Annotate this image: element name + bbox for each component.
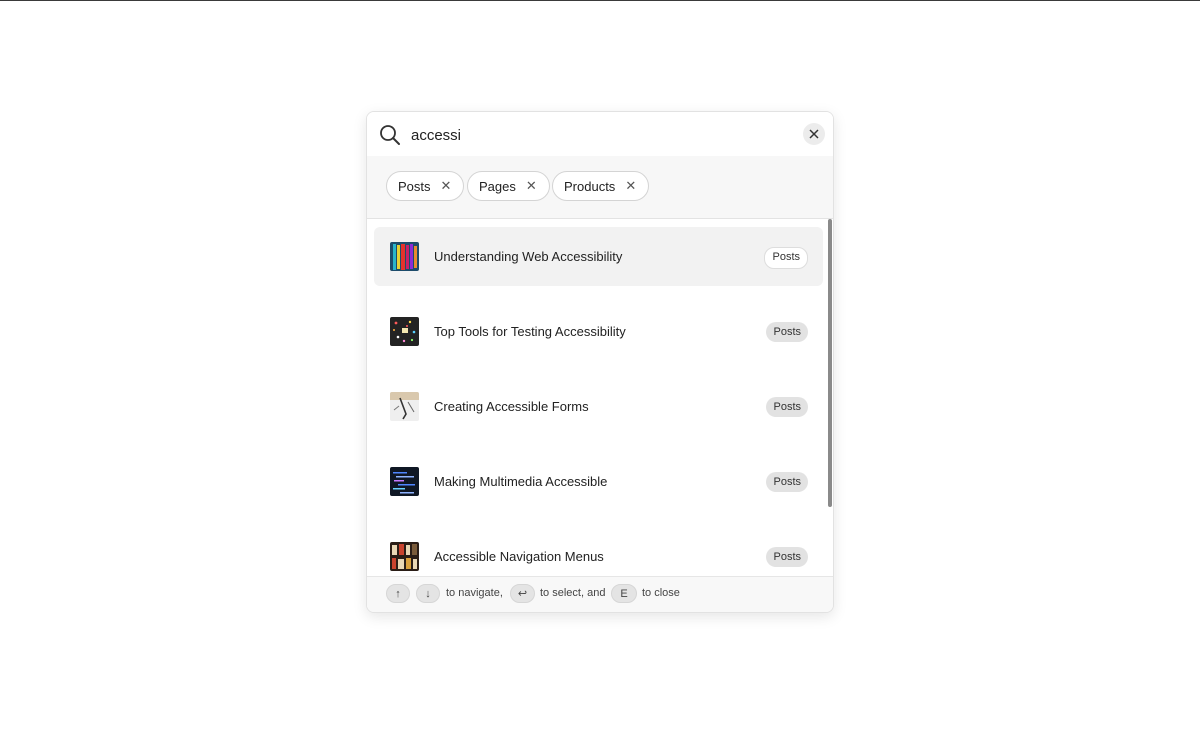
remove-filter-icon[interactable]: ✕ [625, 178, 636, 194]
hint-close-text: to close [642, 587, 680, 599]
result-item[interactable]: Making Multimedia Accessible Posts [374, 452, 823, 511]
search-icon [380, 125, 400, 145]
filter-chip-label: Pages [479, 178, 516, 194]
search-bar [367, 112, 833, 157]
close-icon [809, 129, 819, 139]
filter-chip-products[interactable]: Products ✕ [552, 171, 650, 201]
keyboard-hints-footer: ↑ ↓ to navigate, ↩ to select, and E to c… [367, 576, 833, 612]
result-type-badge: Posts [766, 547, 808, 567]
enter-key: ↩ [510, 584, 535, 603]
filter-chip-label: Products [564, 178, 616, 194]
result-item[interactable]: Understanding Web Accessibility Posts [374, 227, 823, 286]
result-title: Accessible Navigation Menus [434, 549, 604, 564]
filter-chip-label: Posts [398, 178, 431, 194]
code-screen-thumbnail [390, 467, 419, 496]
result-item[interactable]: Accessible Navigation Menus Posts [374, 527, 823, 579]
remove-filter-icon[interactable]: ✕ [441, 178, 452, 194]
filter-chip-pages[interactable]: Pages ✕ [467, 171, 550, 201]
result-title: Making Multimedia Accessible [434, 474, 608, 489]
result-title: Top Tools for Testing Accessibility [434, 324, 626, 339]
stripes-thumbnail [390, 242, 419, 271]
result-type-badge: Posts [766, 322, 808, 342]
arrow-down-key: ↓ [416, 584, 440, 603]
clear-search-button[interactable] [803, 123, 825, 145]
remove-filter-icon[interactable]: ✕ [526, 178, 537, 194]
result-item[interactable]: Top Tools for Testing Accessibility Post… [374, 302, 823, 361]
enter-icon: ↩ [517, 588, 528, 600]
confetti-thumbnail [390, 317, 419, 346]
results-scrollbar[interactable] [828, 219, 832, 507]
result-type-badge: Posts [764, 247, 808, 269]
result-title: Creating Accessible Forms [434, 399, 589, 414]
search-dialog: Posts ✕ Pages ✕ Products ✕ [366, 111, 834, 613]
result-type-badge: Posts [766, 472, 808, 492]
close-key-label: E [620, 587, 628, 600]
search-input[interactable] [411, 122, 791, 148]
result-type-badge: Posts [766, 397, 808, 417]
top-border-line [0, 0, 1200, 1]
sketch-thumbnail [390, 392, 419, 421]
result-item[interactable]: Creating Accessible Forms Posts [374, 377, 823, 436]
hint-select-text: to select, and [540, 587, 606, 599]
arrow-down-icon: ↓ [425, 587, 431, 600]
hint-navigate-text: to navigate, [446, 587, 503, 599]
filter-chips: Posts ✕ Pages ✕ Products ✕ [367, 156, 833, 219]
result-title: Understanding Web Accessibility [434, 249, 623, 264]
results-list: Understanding Web Accessibility Posts To… [367, 219, 833, 579]
arrow-up-key: ↑ [386, 584, 410, 603]
arrow-up-icon: ↑ [395, 587, 401, 600]
close-key: E [611, 584, 637, 603]
bookshelf-thumbnail [390, 542, 419, 571]
filter-chip-posts[interactable]: Posts ✕ [386, 171, 465, 201]
